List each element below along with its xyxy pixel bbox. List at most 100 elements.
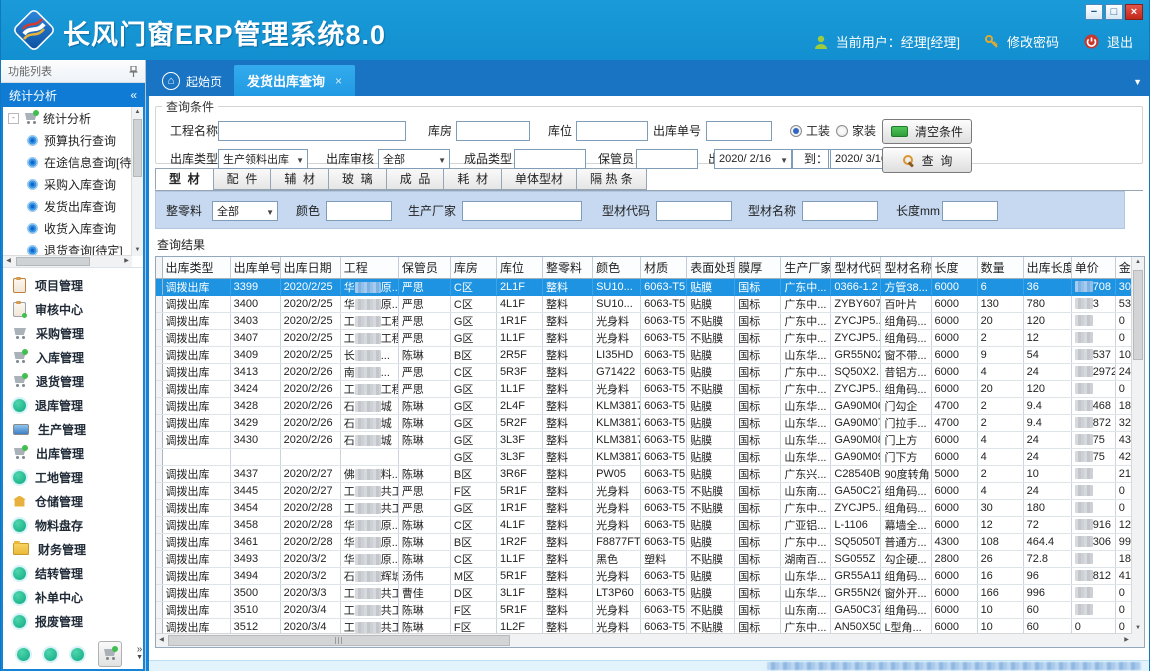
project-name-input[interactable] bbox=[218, 121, 406, 141]
tree-hscrollbar[interactable]: ◀ ▶ bbox=[3, 255, 132, 267]
table-row[interactable]: 调拨出库34932020/3/2华原...陈琳C区1L1F整料黑色塑料不贴膜国标… bbox=[156, 551, 1132, 568]
module-item[interactable]: 采购管理 bbox=[3, 321, 143, 345]
grid-header-cell[interactable]: 生产厂家 bbox=[781, 257, 831, 279]
grid-header-cell[interactable]: 库房 bbox=[450, 257, 496, 279]
table-row[interactable]: 调拨出库34242020/2/26工工程严思G区1L1F整料光身料6063-T5… bbox=[156, 381, 1132, 398]
grid-header-cell[interactable]: 膜厚 bbox=[735, 257, 781, 279]
circle-icon[interactable] bbox=[17, 648, 30, 661]
grid-header-cell[interactable]: 出库单号 bbox=[230, 257, 280, 279]
table-row[interactable]: 调拨出库34582020/2/28华原...陈琳C区4L1F整料光身料6063-… bbox=[156, 517, 1132, 534]
table-row[interactable]: 调拨出库34092020/2/25长...陈琳B区2R5F整料LI35HD606… bbox=[156, 347, 1132, 364]
tree-root[interactable]: 统计分析 bbox=[3, 107, 143, 129]
warehouse-input[interactable] bbox=[456, 121, 530, 141]
table-row[interactable]: 调拨出库35002020/3/3工共工程曹佳D区3L1F整料LT3P606063… bbox=[156, 585, 1132, 602]
material-tab[interactable]: 单体型材 bbox=[501, 168, 577, 190]
module-item[interactable]: 工地管理 bbox=[3, 465, 143, 489]
table-row[interactable]: 调拨出库34072020/2/25工工程严思G区1L1F整料光身料6063-T5… bbox=[156, 330, 1132, 347]
grid-header-cell[interactable]: 单价 bbox=[1071, 257, 1115, 279]
cart-button[interactable] bbox=[98, 641, 122, 667]
grid-header-cell[interactable]: 保管员 bbox=[398, 257, 450, 279]
table-row[interactable]: 调拨出库34032020/2/25工工程严思G区1R1F整料光身料6063-T5… bbox=[156, 313, 1132, 330]
tree-item[interactable]: 在途信息查询[待定] bbox=[3, 151, 143, 173]
tab-home[interactable]: ⌂ 起始页 bbox=[150, 66, 234, 96]
grid-header-cell[interactable]: 出库日期 bbox=[280, 257, 340, 279]
scroll-down-icon[interactable]: ▼ bbox=[1132, 623, 1144, 634]
order-no-input[interactable] bbox=[706, 121, 772, 141]
out-type-select[interactable]: 生产领料出库 ▼ bbox=[218, 149, 308, 169]
table-row[interactable]: 调拨出库34612020/2/28华原...陈琳B区1R2F整料F8877FT6… bbox=[156, 534, 1132, 551]
module-item[interactable]: 项目管理 bbox=[3, 273, 143, 297]
table-row[interactable]: 调拨出库34302020/2/26石城陈琳G区3L3F整料KLM38176063… bbox=[156, 432, 1132, 449]
table-row[interactable]: 调拨出库34292020/2/26石城陈琳G区5R2F整料KLM38176063… bbox=[156, 415, 1132, 432]
module-item[interactable]: 结转管理 bbox=[3, 561, 143, 585]
more-modules-chevron[interactable]: » ▼ bbox=[136, 646, 143, 662]
profile-code-input[interactable] bbox=[656, 201, 732, 221]
tree-item[interactable]: 发货出库查询 bbox=[3, 195, 143, 217]
change-password-link[interactable]: 修改密码 bbox=[1007, 32, 1059, 51]
product-type-input[interactable] bbox=[514, 149, 586, 169]
scroll-left-icon[interactable]: ◀ bbox=[156, 634, 167, 647]
table-row[interactable]: 调拨出库34542020/2/28工共工程严思G区1R1F整料光身料6063-T… bbox=[156, 500, 1132, 517]
date-from-select2[interactable]: 2020/ 2/16 ▼ bbox=[714, 149, 792, 169]
grid-header-cell[interactable]: 库位 bbox=[496, 257, 542, 279]
module-item[interactable]: 入库管理 bbox=[3, 345, 143, 369]
module-item[interactable]: 退货管理 bbox=[3, 369, 143, 393]
table-row[interactable]: 调拨出库34942020/3/2石辉城汤伟M区5R1F整料光身料6063-T5贴… bbox=[156, 568, 1132, 585]
close-button[interactable]: × bbox=[1125, 4, 1143, 20]
table-row[interactable]: 调拨出库33992020/2/25华原...严思C区2L1F整料SU10...6… bbox=[156, 279, 1132, 296]
minimize-button[interactable]: − bbox=[1085, 4, 1103, 20]
module-item[interactable]: 退库管理 bbox=[3, 393, 143, 417]
collapse-icon[interactable]: « bbox=[130, 88, 137, 102]
grid-vscrollbar[interactable]: ▲ ▼ bbox=[1131, 257, 1144, 634]
grid-header-cell[interactable]: 出库长度 bbox=[1023, 257, 1071, 279]
grid-header-cell[interactable]: 颜色 bbox=[593, 257, 641, 279]
color-input[interactable] bbox=[326, 201, 392, 221]
tree-item[interactable]: 预算执行查询 bbox=[3, 129, 143, 151]
scroll-down-icon[interactable]: ▼ bbox=[132, 245, 143, 256]
grid-vscroll-thumb[interactable] bbox=[1133, 270, 1143, 360]
table-row[interactable]: 调拨出库34452020/2/27工共工程严思F区5R1F整料光身料6063-T… bbox=[156, 483, 1132, 500]
material-tab[interactable]: 型 材 bbox=[155, 168, 214, 190]
tab-shipment-query[interactable]: 发货出库查询 × bbox=[234, 65, 355, 96]
radio-gongzhuang[interactable]: 工装 bbox=[790, 121, 830, 141]
grid-header-cell[interactable]: 整零料 bbox=[543, 257, 593, 279]
scroll-right-icon[interactable]: ▶ bbox=[121, 256, 132, 267]
grid-header-cell[interactable]: 表面处理 bbox=[687, 257, 735, 279]
tree-expander-icon[interactable] bbox=[8, 113, 19, 124]
location-input[interactable] bbox=[576, 121, 648, 141]
tree-item[interactable]: 采购入库查询 bbox=[3, 173, 143, 195]
maximize-button[interactable]: □ bbox=[1105, 4, 1123, 20]
table-row[interactable]: 调拨出库35102020/3/4工共工程陈琳F区5R1F整料光身料6063-T5… bbox=[156, 602, 1132, 619]
whole-part-select[interactable]: 全部 ▼ bbox=[212, 201, 278, 221]
pin-icon[interactable] bbox=[129, 66, 138, 77]
grid-hscrollbar[interactable]: ◀ ▶ bbox=[156, 633, 1132, 647]
module-item[interactable]: 审核中心 bbox=[3, 297, 143, 321]
scroll-up-icon[interactable]: ▲ bbox=[1132, 257, 1144, 268]
tree-item[interactable]: 收货入库查询 bbox=[3, 217, 143, 239]
circle-icon[interactable] bbox=[71, 648, 84, 661]
tab-close-icon[interactable]: × bbox=[335, 74, 342, 88]
grid-header-cell[interactable]: 材质 bbox=[641, 257, 687, 279]
module-item[interactable]: 仓储管理 bbox=[3, 489, 143, 513]
tree-vscrollbar[interactable]: ▲ ▼ bbox=[131, 107, 143, 256]
grid-header-cell[interactable]: 出库类型 bbox=[162, 257, 230, 279]
tab-overflow-caret-icon[interactable]: ▼ bbox=[1133, 77, 1142, 87]
material-tab[interactable]: 隔 热 条 bbox=[576, 168, 647, 190]
table-row[interactable]: 调拨出库34282020/2/26石城陈琳G区2L4F整料KLM38176063… bbox=[156, 398, 1132, 415]
grid-header-cell[interactable]: 工程 bbox=[340, 257, 398, 279]
grid-header-cell[interactable]: 型材名称 bbox=[881, 257, 931, 279]
scroll-up-icon[interactable]: ▲ bbox=[132, 107, 143, 118]
stats-section-header[interactable]: 统计分析 « bbox=[1, 83, 145, 107]
table-row[interactable]: G区3L3F整料KLM38176063-T5贴膜国标山东华...GA90M09.… bbox=[156, 449, 1132, 466]
search-button[interactable]: 查 询 bbox=[882, 147, 972, 173]
keeper-input[interactable] bbox=[636, 149, 698, 169]
module-item[interactable]: 出库管理 bbox=[3, 441, 143, 465]
clear-conditions-button[interactable]: 清空条件 bbox=[882, 119, 972, 144]
circle-icon[interactable] bbox=[44, 648, 57, 661]
material-tab[interactable]: 配 件 bbox=[213, 168, 272, 190]
profile-name-input[interactable] bbox=[802, 201, 878, 221]
table-row[interactable]: 调拨出库34002020/2/25华原...严思C区4L1F整料SU10...6… bbox=[156, 296, 1132, 313]
grid-header-cell[interactable]: 型材代码 bbox=[831, 257, 881, 279]
material-tab[interactable]: 耗 材 bbox=[443, 168, 502, 190]
material-tab[interactable]: 辅 材 bbox=[270, 168, 329, 190]
